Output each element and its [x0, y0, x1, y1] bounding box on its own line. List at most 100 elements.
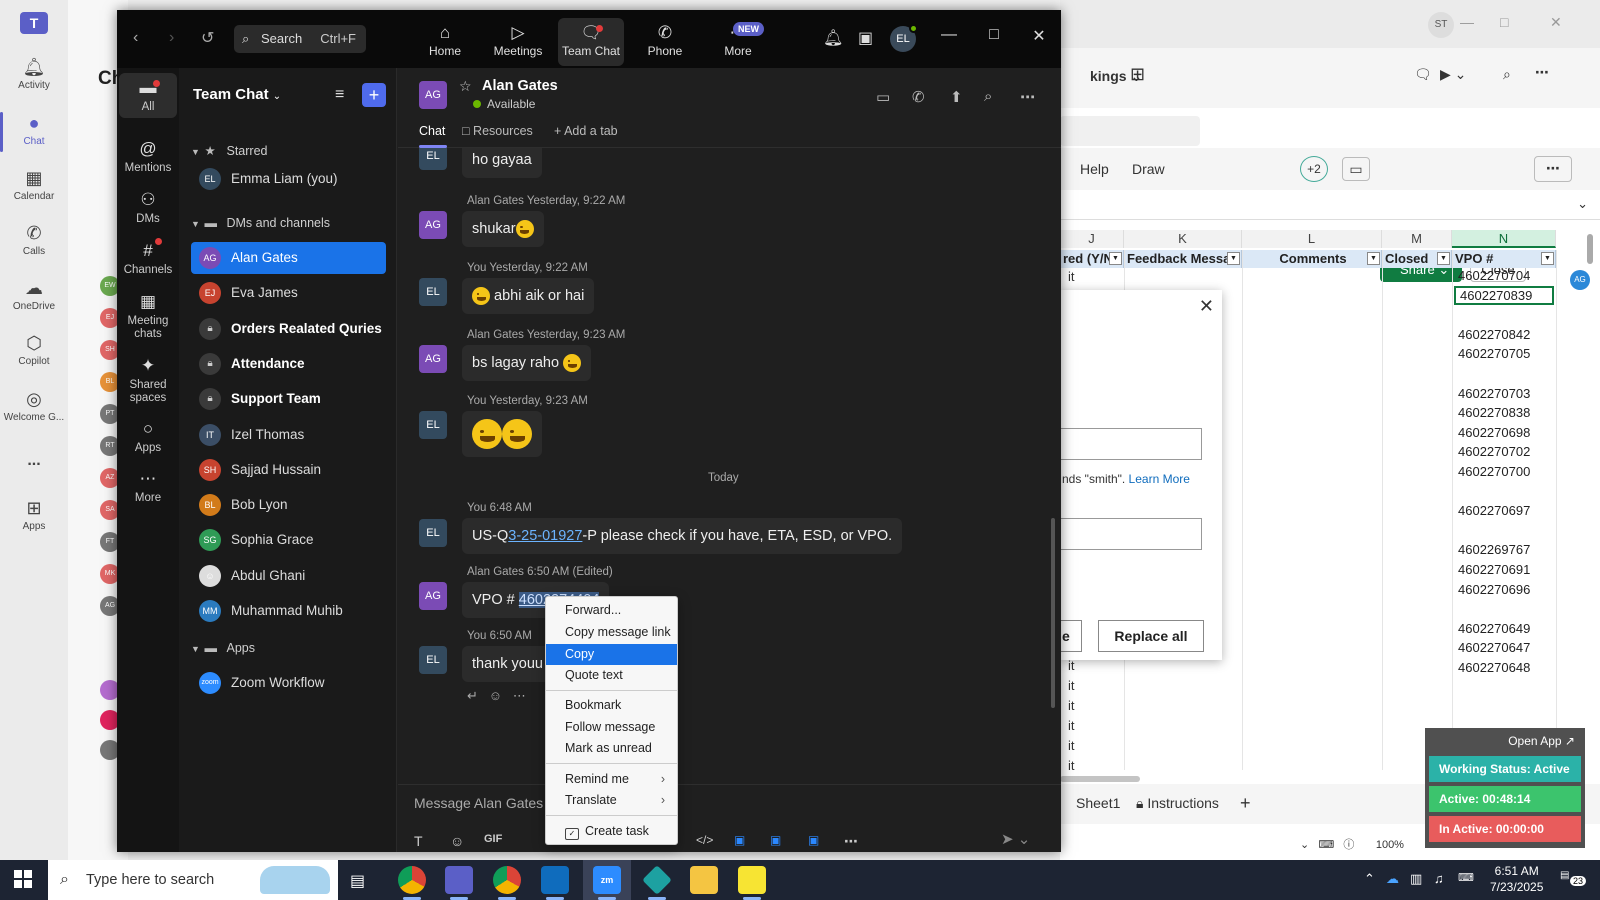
column-header-m[interactable]: M [1382, 230, 1452, 248]
chat-list-item[interactable]: IT Izel Thomas [191, 419, 386, 451]
onedrive-icon[interactable]: ☁ [1386, 871, 1399, 887]
replace-all-button[interactable]: Replace all [1098, 620, 1204, 652]
notification-center-icon[interactable]: ▤ 23 [1560, 870, 1587, 888]
rail-all[interactable]: ▬ All [119, 73, 177, 118]
vpo-cell[interactable]: 4602270649 [1454, 619, 1554, 638]
comments-icon[interactable]: ▭ [1342, 157, 1370, 181]
bg-rail-calls[interactable]: ✆ Calls [0, 222, 68, 257]
vpo-cell[interactable]: 4602270696 [1454, 580, 1554, 599]
rail-mentions[interactable]: @ Mentions [119, 138, 177, 175]
column-header-n[interactable]: N [1452, 230, 1556, 248]
filter-dropdown-icon[interactable]: ▼ [1109, 252, 1122, 265]
menu-bookmark[interactable]: Bookmark [546, 695, 677, 716]
bg-rail-more[interactable]: ... [0, 452, 68, 470]
volume-icon[interactable]: ♫ [1434, 871, 1444, 886]
maximize-icon[interactable]: □ [984, 26, 1004, 44]
gif-icon[interactable]: GIF [484, 833, 502, 845]
chat-scrollbar[interactable] [1051, 518, 1055, 708]
menu-help[interactable]: Help [1080, 161, 1109, 177]
app-icon[interactable]: ▣ [770, 833, 781, 847]
network-icon[interactable]: ▥ [1410, 871, 1422, 887]
chat-list-item[interactable]: EJ Eva James [191, 277, 386, 309]
more-icon[interactable]: ⋯ [513, 688, 526, 703]
vpo-cell[interactable] [1454, 364, 1554, 383]
minimize-icon[interactable]: — [1460, 14, 1474, 30]
rail-shared-spaces[interactable]: ✦ Shared spaces [119, 355, 177, 405]
rail-more[interactable]: ⋯ More [119, 468, 177, 505]
tab-phone[interactable]: ✆ Phone [632, 18, 698, 66]
chevron-down-icon[interactable]: ⌄ [1577, 196, 1588, 212]
bg-rail-apps[interactable]: ⊞ Apps [0, 497, 68, 532]
menu-draw[interactable]: Draw [1132, 161, 1165, 177]
message-bubble[interactable]: ho gayaa [462, 148, 542, 178]
chat-list-item[interactable]: 🔒︎ Support Team [191, 383, 386, 415]
chevron-up-icon[interactable]: ⌃ [1364, 871, 1375, 887]
vpo-cell[interactable]: 4602270691 [1454, 560, 1554, 579]
cell-text[interactable]: it [1068, 269, 1075, 284]
rail-apps[interactable]: ○ Apps [119, 418, 177, 455]
filter-dropdown-icon[interactable]: ▼ [1367, 252, 1380, 265]
format-icon[interactable]: T [414, 833, 423, 849]
excel-search-box[interactable] [1060, 116, 1200, 146]
language-icon[interactable]: ⌨ [1458, 871, 1474, 884]
system-clock[interactable]: 6:51 AM 7/23/2025 [1490, 863, 1543, 895]
chat-list-item[interactable]: SH Sajjad Hussain [191, 454, 386, 486]
bg-rail-calendar[interactable]: ▦ Calendar [0, 167, 68, 202]
cell-text[interactable]: it [1068, 658, 1075, 673]
user-avatar[interactable]: ST [1428, 12, 1454, 38]
collaborators-count[interactable]: +2 [1300, 156, 1328, 182]
vpo-cell[interactable] [1454, 482, 1554, 501]
add-icon[interactable]: ⊞ [1130, 64, 1145, 85]
video-call-icon[interactable]: ▭ [876, 88, 890, 106]
add-sheet-icon[interactable]: + [1240, 793, 1251, 814]
forward-icon[interactable]: › [169, 29, 174, 47]
vpo-cell[interactable] [1454, 521, 1554, 540]
back-icon[interactable]: ‹ [133, 29, 138, 47]
tab-meetings[interactable]: ▷ Meetings [485, 18, 551, 66]
column-header-l[interactable]: L [1242, 230, 1382, 248]
bg-rail-onedrive[interactable]: ☁ OneDrive [0, 277, 68, 312]
rail-dms[interactable]: ⚇ DMs [119, 189, 177, 226]
cell-text[interactable]: it [1068, 698, 1075, 713]
filter-icon[interactable]: ≡ [335, 86, 344, 104]
rail-channels[interactable]: # Channels [119, 240, 177, 277]
sticky-notes-icon[interactable] [738, 866, 766, 894]
section-starred[interactable]: ▼ ★ Starred [191, 143, 267, 158]
vpo-cell[interactable]: 4602270698 [1454, 423, 1554, 442]
vpo-cell[interactable]: 4602270702 [1454, 442, 1554, 461]
more-icon[interactable]: ⋯ [844, 833, 858, 850]
app-icon[interactable]: ▣ [734, 833, 745, 847]
close-icon[interactable]: ✕ [1199, 296, 1214, 317]
replace-button[interactable]: e [1060, 620, 1082, 652]
section-apps[interactable]: ▼ ▬ Apps [191, 641, 255, 655]
tab-resources[interactable]: □ Resources [462, 124, 533, 138]
vpo-cell[interactable]: 4602270697 [1454, 501, 1554, 520]
replace-input[interactable] [1060, 518, 1202, 550]
tab-team-chat[interactable]: 🗨︎ Team Chat [558, 18, 624, 66]
table-header-cell[interactable]: Comments ▼ [1242, 250, 1382, 268]
vpo-cell[interactable]: 4602270838 [1454, 403, 1554, 422]
zoom-icon[interactable]: zm [593, 866, 621, 894]
bg-rail-welcome[interactable]: ◎ Welcome G... [0, 388, 68, 423]
horizontal-scrollbar[interactable] [1060, 776, 1140, 782]
menu-translate[interactable]: Translate › [546, 790, 677, 811]
reply-icon[interactable]: ↵ [467, 688, 478, 703]
cell-text[interactable]: it [1068, 738, 1075, 753]
menu-mark-unread[interactable]: Mark as unread [546, 738, 677, 759]
start-button[interactable] [14, 870, 32, 888]
sheet-tab-instructions[interactable]: 🔒︎ Instructions [1136, 795, 1219, 812]
chrome-icon[interactable] [398, 866, 426, 894]
history-icon[interactable]: ↺ [201, 28, 214, 48]
vpo-cell[interactable]: 4602270842 [1454, 325, 1554, 344]
maximize-icon[interactable]: □ [1500, 14, 1508, 30]
message-bubble[interactable]: abhi aik or hai [462, 278, 595, 314]
chat-list-item[interactable]: MM Muhammad Muhib [191, 595, 386, 627]
chat-avatar[interactable]: AG [419, 81, 447, 109]
filter-dropdown-icon[interactable]: ▼ [1437, 252, 1450, 265]
cell-text[interactable]: it [1068, 718, 1075, 733]
file-explorer-icon[interactable] [690, 866, 718, 894]
open-app-link[interactable]: Open App ↗ [1508, 734, 1575, 748]
rail-meeting-chats[interactable]: ▦ Meeting chats [119, 291, 177, 341]
menu-quote-text[interactable]: Quote text [546, 665, 677, 686]
bell-icon[interactable]: 🔔︎ [823, 28, 843, 48]
